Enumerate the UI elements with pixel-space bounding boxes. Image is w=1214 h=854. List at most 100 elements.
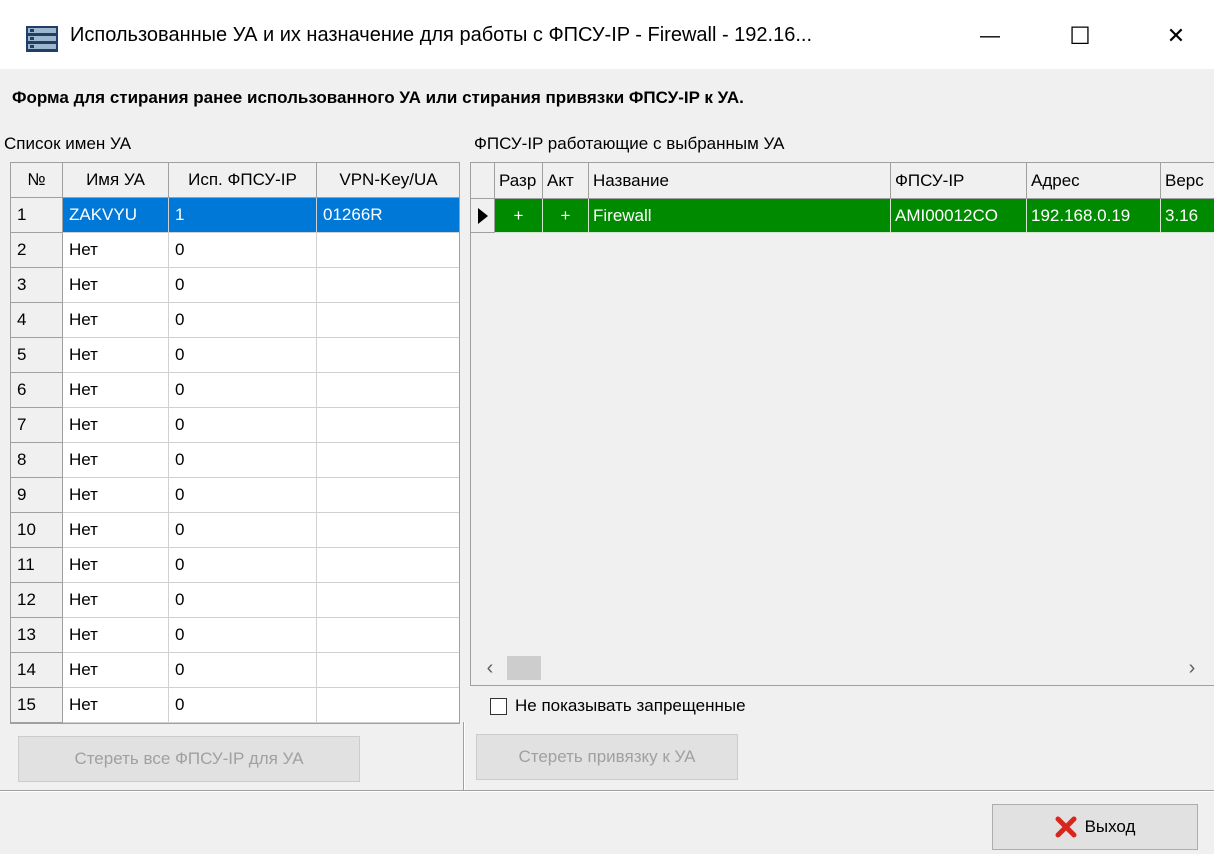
column-header-active[interactable]: Акт — [543, 163, 589, 199]
cell-used-fpsu[interactable]: 0 — [169, 303, 317, 338]
cell-vpn-key[interactable] — [317, 618, 459, 653]
cell-fpsu[interactable]: AMI00012CO — [891, 199, 1027, 233]
ua-row[interactable]: 10 Нет 0 — [11, 513, 459, 548]
cell-ua-name[interactable]: ZAKVYU — [63, 198, 169, 233]
fpsu-row[interactable]: + + Firewall AMI00012CO 192.168.0.19 3.1… — [471, 199, 1214, 233]
cell-used-fpsu[interactable]: 0 — [169, 478, 317, 513]
cell-used-fpsu[interactable]: 0 — [169, 408, 317, 443]
cell-vpn-key[interactable] — [317, 548, 459, 583]
horizontal-scrollbar[interactable]: ‹ › — [470, 650, 1214, 686]
cell-ua-name[interactable]: Нет — [63, 583, 169, 618]
cell-ua-name[interactable]: Нет — [63, 478, 169, 513]
ua-row[interactable]: 4 Нет 0 — [11, 303, 459, 338]
cell-vpn-key[interactable] — [317, 653, 459, 688]
column-header-fpsu[interactable]: ФПСУ-IP — [891, 163, 1027, 199]
scroll-thumb[interactable] — [507, 656, 541, 680]
cell-number[interactable]: 15 — [11, 688, 63, 723]
cell-used-fpsu[interactable]: 0 — [169, 618, 317, 653]
cell-used-fpsu[interactable]: 0 — [169, 653, 317, 688]
cell-used-fpsu[interactable]: 0 — [169, 583, 317, 618]
cell-number[interactable]: 12 — [11, 583, 63, 618]
cell-vpn-key[interactable] — [317, 513, 459, 548]
column-header-ua-name[interactable]: Имя УА — [63, 163, 169, 198]
cell-version[interactable]: 3.16 — [1161, 199, 1214, 233]
scroll-right-icon[interactable]: › — [1177, 650, 1207, 686]
ua-row[interactable]: 15 Нет 0 — [11, 688, 459, 723]
cell-name[interactable]: Firewall — [589, 199, 891, 233]
erase-binding-button[interactable]: Стереть привязку к УА — [476, 734, 738, 780]
cell-vpn-key[interactable] — [317, 268, 459, 303]
ua-row[interactable]: 14 Нет 0 — [11, 653, 459, 688]
column-header-vpn-key[interactable]: VPN-Key/UA — [317, 163, 459, 198]
cell-vpn-key[interactable] — [317, 408, 459, 443]
ua-names-grid[interactable]: № Имя УА Исп. ФПСУ-IP VPN-Key/UA 1 ZAKVYU… — [10, 162, 460, 724]
cell-address[interactable]: 192.168.0.19 — [1027, 199, 1161, 233]
cell-vpn-key[interactable] — [317, 478, 459, 513]
cell-used-fpsu[interactable]: 0 — [169, 373, 317, 408]
column-header-allowed[interactable]: Разр — [495, 163, 543, 199]
cell-ua-name[interactable]: Нет — [63, 653, 169, 688]
cell-used-fpsu[interactable]: 0 — [169, 688, 317, 723]
minimize-button[interactable]: — — [960, 14, 1020, 58]
cell-vpn-key[interactable] — [317, 303, 459, 338]
cell-used-fpsu[interactable]: 0 — [169, 443, 317, 478]
ua-row[interactable]: 1 ZAKVYU 1 01266R — [11, 198, 459, 233]
cell-ua-name[interactable]: Нет — [63, 303, 169, 338]
cell-vpn-key[interactable] — [317, 688, 459, 723]
cell-vpn-key[interactable] — [317, 338, 459, 373]
cell-number[interactable]: 11 — [11, 548, 63, 583]
column-header-used-fpsu[interactable]: Исп. ФПСУ-IP — [169, 163, 317, 198]
ua-row[interactable]: 6 Нет 0 — [11, 373, 459, 408]
cell-used-fpsu[interactable]: 0 — [169, 233, 317, 268]
ua-row[interactable]: 13 Нет 0 — [11, 618, 459, 653]
cell-ua-name[interactable]: Нет — [63, 408, 169, 443]
ua-row[interactable]: 11 Нет 0 — [11, 548, 459, 583]
erase-all-fpsu-button[interactable]: Стереть все ФПСУ-IP для УА — [18, 736, 360, 782]
column-header-version[interactable]: Верс — [1161, 163, 1214, 199]
cell-ua-name[interactable]: Нет — [63, 548, 169, 583]
cell-number[interactable]: 6 — [11, 373, 63, 408]
cell-ua-name[interactable]: Нет — [63, 688, 169, 723]
cell-number[interactable]: 2 — [11, 233, 63, 268]
close-button[interactable]: ✕ — [1146, 14, 1206, 58]
cell-number[interactable]: 9 — [11, 478, 63, 513]
cell-active[interactable]: + — [543, 199, 589, 233]
cell-number[interactable]: 3 — [11, 268, 63, 303]
cell-vpn-key[interactable] — [317, 583, 459, 618]
cell-vpn-key[interactable]: 01266R — [317, 198, 459, 233]
cell-number[interactable]: 1 — [11, 198, 63, 233]
cell-ua-name[interactable]: Нет — [63, 618, 169, 653]
cell-used-fpsu[interactable]: 0 — [169, 268, 317, 303]
cell-number[interactable]: 5 — [11, 338, 63, 373]
cell-ua-name[interactable]: Нет — [63, 338, 169, 373]
cell-vpn-key[interactable] — [317, 233, 459, 268]
ua-row[interactable]: 2 Нет 0 — [11, 233, 459, 268]
cell-number[interactable]: 4 — [11, 303, 63, 338]
cell-used-fpsu[interactable]: 1 — [169, 198, 317, 233]
cell-allowed[interactable]: + — [495, 199, 543, 233]
cell-ua-name[interactable]: Нет — [63, 513, 169, 548]
exit-button[interactable]: Выход — [992, 804, 1198, 850]
cell-used-fpsu[interactable]: 0 — [169, 548, 317, 583]
column-header-address[interactable]: Адрес — [1027, 163, 1161, 199]
cell-ua-name[interactable]: Нет — [63, 233, 169, 268]
hide-forbidden-checkbox[interactable] — [490, 697, 507, 715]
maximize-button[interactable]: ☐ — [1050, 14, 1110, 58]
scroll-left-icon[interactable]: ‹ — [475, 650, 505, 686]
cell-used-fpsu[interactable]: 0 — [169, 513, 317, 548]
cell-ua-name[interactable]: Нет — [63, 268, 169, 303]
cell-used-fpsu[interactable]: 0 — [169, 338, 317, 373]
ua-row[interactable]: 7 Нет 0 — [11, 408, 459, 443]
cell-vpn-key[interactable] — [317, 443, 459, 478]
cell-number[interactable]: 8 — [11, 443, 63, 478]
hide-forbidden-option[interactable]: Не показывать запрещенные — [490, 696, 746, 716]
cell-ua-name[interactable]: Нет — [63, 443, 169, 478]
cell-number[interactable]: 7 — [11, 408, 63, 443]
ua-row[interactable]: 8 Нет 0 — [11, 443, 459, 478]
column-header-number[interactable]: № — [11, 163, 63, 198]
cell-vpn-key[interactable] — [317, 373, 459, 408]
ua-row[interactable]: 9 Нет 0 — [11, 478, 459, 513]
ua-row[interactable]: 5 Нет 0 — [11, 338, 459, 373]
cell-number[interactable]: 14 — [11, 653, 63, 688]
ua-row[interactable]: 12 Нет 0 — [11, 583, 459, 618]
